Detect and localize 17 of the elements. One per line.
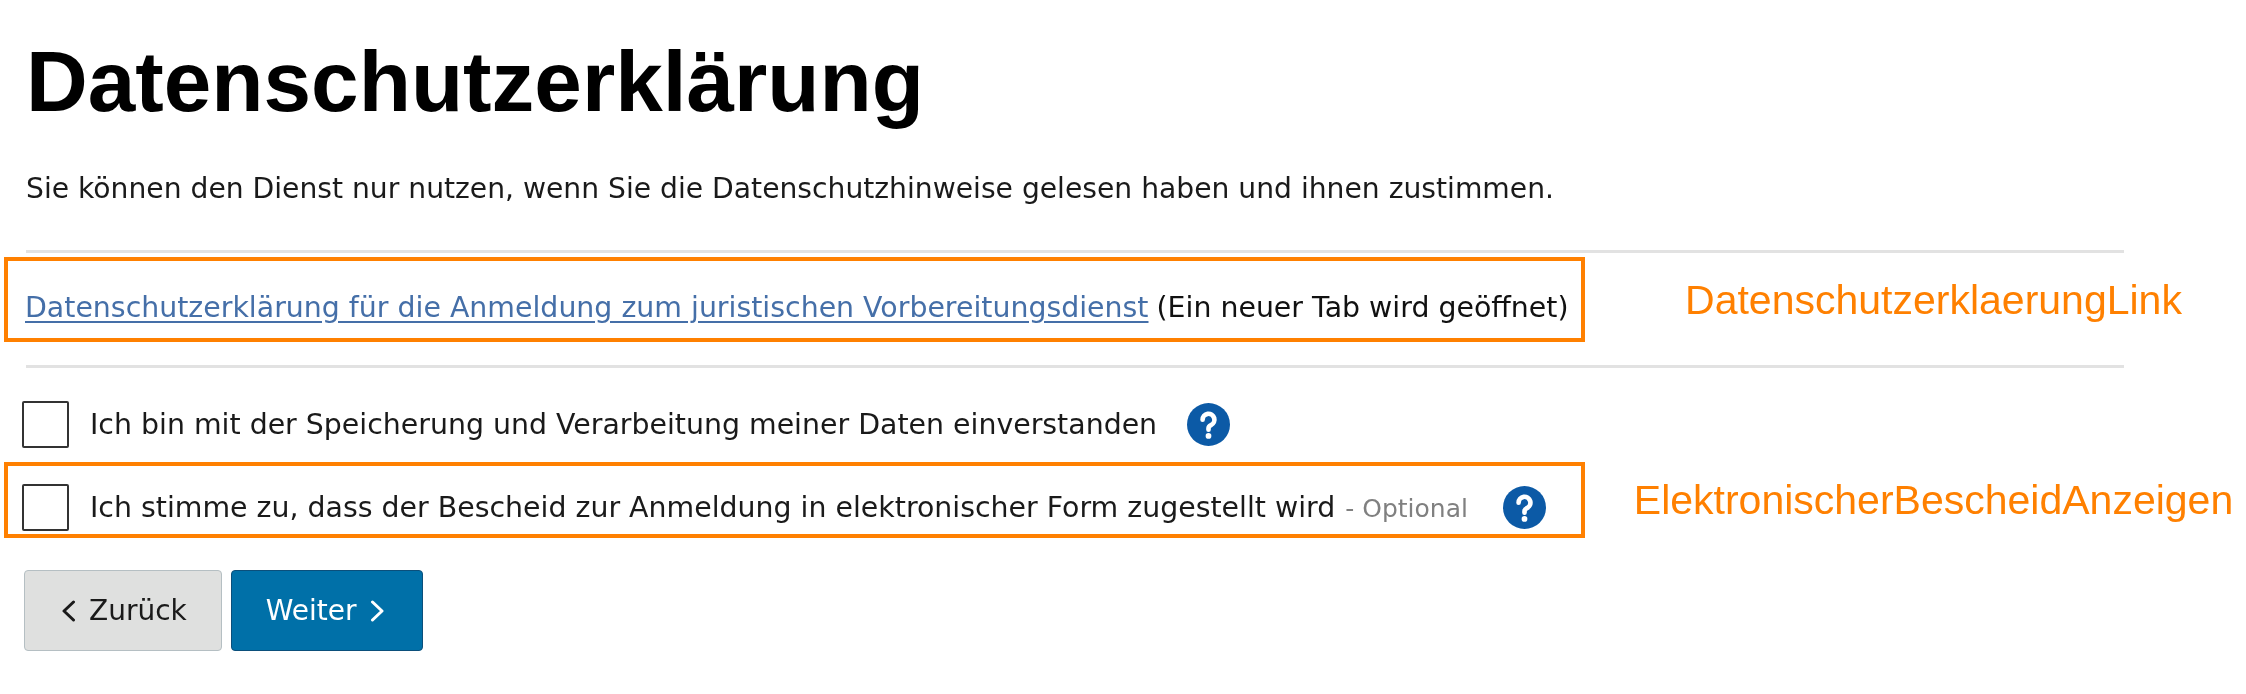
- annotation-label: ElektronischerBescheidAnzeigen: [1633, 476, 2234, 524]
- consent-label: Ich stimme zu, dass der Bescheid zur Anmeldung in elektronischer Form zugestellt wird: [90, 489, 1336, 526]
- annotation-label: DatenschutzerklaerungLink: [1685, 275, 2182, 324]
- help-icon[interactable]: [1502, 486, 1546, 529]
- next-button[interactable]: Weiter: [230, 570, 423, 651]
- chevron-right-icon: [369, 599, 385, 622]
- checkbox[interactable]: [22, 484, 69, 531]
- chevron-left-icon: [61, 599, 76, 622]
- consent-label: Ich bin mit der Speicherung und Verarbeitung meiner Daten einverstanden: [90, 406, 1158, 443]
- page-title: Datenschutzerklärung: [26, 33, 924, 131]
- optional-tag: - Optional: [1345, 493, 1468, 523]
- checkbox[interactable]: [22, 401, 69, 448]
- back-button[interactable]: Zurück: [24, 570, 222, 651]
- privacy-policy-link[interactable]: Datenschutzerklärung für die Anmeldung zum juristischen Vorbereitungsdienst: [25, 288, 1149, 328]
- help-icon[interactable]: [1187, 403, 1231, 446]
- new-tab-note: (Ein neuer Tab wird geöffnet): [1156, 290, 1569, 326]
- intro-text: Sie können den Dienst nur nutzen, wenn Sie die Datenschutzhinweise gelesen haben und ihnen zustimmen.: [26, 171, 1554, 207]
